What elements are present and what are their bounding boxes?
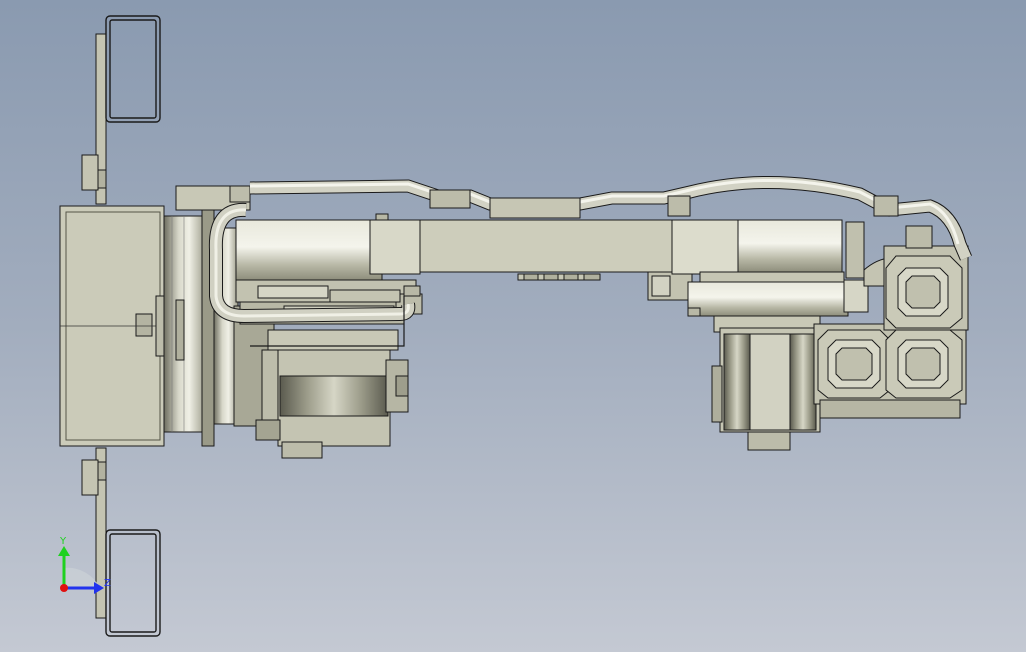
z-axis-label: Z xyxy=(104,578,111,589)
elbow-motor xyxy=(711,327,821,451)
top-handle xyxy=(105,15,161,123)
y-axis-head xyxy=(58,546,70,556)
bottom-handle xyxy=(105,529,161,637)
wrist-motor-top xyxy=(885,255,963,329)
robot-arm-drawing: Y Z xyxy=(58,15,972,637)
y-axis-label: Y xyxy=(59,536,67,547)
elbow-joint xyxy=(671,219,869,333)
origin-dot xyxy=(60,584,68,592)
shoulder-motor xyxy=(233,305,409,459)
wrist-motor-right xyxy=(885,329,963,399)
cad-viewport[interactable]: Y Z xyxy=(0,0,1026,652)
wrist-motor-left xyxy=(817,329,891,399)
